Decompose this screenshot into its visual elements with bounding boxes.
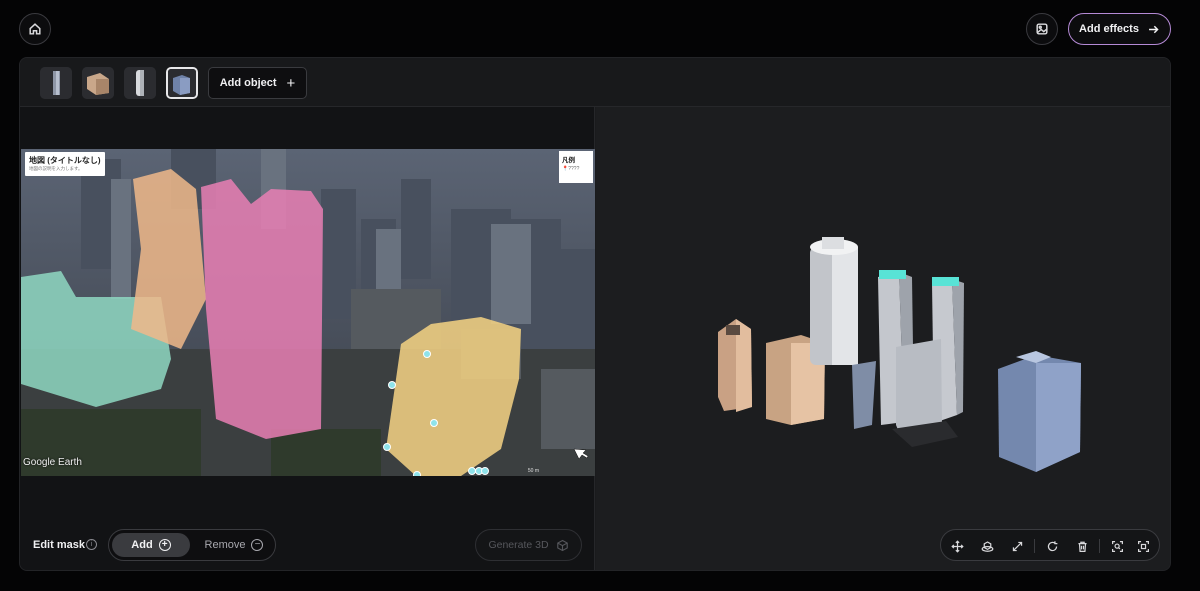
object-thumbnail-1[interactable]: [40, 67, 72, 99]
edit-mask-label: Edit mask: [33, 539, 85, 551]
expand-icon: [1012, 541, 1022, 551]
mask-add-label: Add: [131, 539, 153, 551]
trash-icon: [1077, 541, 1087, 552]
gallery-button[interactable]: [1026, 13, 1058, 45]
map-title: 地図 (タイトルなし): [29, 156, 101, 165]
object-thumbnail-bar: Add object +: [20, 58, 1170, 107]
3d-transform-toolbar: [940, 529, 1160, 561]
zoom-fit-tool[interactable]: [1108, 537, 1126, 555]
plus-icon: +: [286, 74, 296, 92]
generate-3d-button[interactable]: Generate 3D: [475, 529, 582, 561]
building-thumbnail-image: [124, 67, 156, 99]
rotate-icon: [1047, 540, 1057, 551]
move-tool[interactable]: [948, 537, 966, 555]
mask-editor-pane: 地図 (タイトルなし) 地図の説明を入力します。 凡例 📍???? Google…: [20, 107, 595, 570]
mask-mode-toggle: Add + Remove −: [108, 529, 276, 561]
arrow-right-icon: [1148, 25, 1159, 33]
image-icon: [1036, 23, 1048, 35]
3d-buildings-render: [718, 237, 1081, 472]
orbit-icon: [981, 540, 993, 552]
source-photo-canvas[interactable]: 地図 (タイトルなし) 地図の説明を入力します。 凡例 📍???? Google…: [21, 149, 595, 476]
mask-remove-label: Remove: [204, 539, 246, 551]
map-scale-label: 50 m: [527, 468, 539, 474]
aerial-city-photo: [21, 149, 595, 476]
object-thumbnail-2[interactable]: [82, 67, 114, 99]
building-thumbnail-image: [168, 69, 196, 97]
generate-3d-label: Generate 3D: [488, 539, 549, 551]
add-effects-label: Add effects: [1079, 23, 1139, 35]
zoom-frame-icon: [1111, 540, 1123, 552]
info-icon[interactable]: i: [86, 539, 97, 550]
rotate-tool[interactable]: [1043, 537, 1061, 555]
home-icon: [29, 23, 41, 35]
frame-object-tool[interactable]: [1134, 537, 1152, 555]
home-button[interactable]: [19, 13, 51, 45]
add-effects-button[interactable]: Add effects: [1068, 13, 1171, 45]
add-object-label: Add object: [219, 77, 277, 89]
add-object-button[interactable]: Add object +: [208, 67, 307, 99]
object-thumbnail-4[interactable]: [166, 67, 198, 99]
building-thumbnail-image: [40, 67, 72, 99]
legend-title: 凡例: [562, 157, 575, 164]
frame-icon: [1137, 540, 1149, 552]
mask-controls-bar: Edit mask i Add + Remove − Generate 3D: [20, 518, 595, 570]
delete-tool[interactable]: [1073, 537, 1091, 555]
plus-circle-icon: +: [158, 539, 171, 551]
building-thumbnail-image: [82, 67, 114, 99]
google-earth-watermark: Google Earth: [23, 457, 82, 468]
mask-add-button[interactable]: Add +: [112, 533, 190, 557]
orbit-tool[interactable]: [978, 537, 996, 555]
cube-icon: [556, 539, 568, 551]
scale-tool[interactable]: [1008, 537, 1026, 555]
map-legend-card: 凡例 📍????: [559, 151, 593, 183]
minus-circle-icon: −: [251, 539, 264, 551]
editor-panel: Add object + 地図 (タイトルなし) 地図の説明を入力します。 凡例…: [19, 57, 1171, 571]
object-thumbnail-3[interactable]: [124, 67, 156, 99]
legend-item: 📍????: [562, 166, 580, 172]
map-subtitle: 地図の説明を入力します。: [29, 166, 83, 171]
mask-remove-button[interactable]: Remove −: [193, 533, 275, 557]
map-info-card: 地図 (タイトルなし) 地図の説明を入力します。: [25, 152, 105, 176]
3d-preview-pane[interactable]: [596, 107, 1170, 570]
move-icon: [950, 539, 964, 553]
